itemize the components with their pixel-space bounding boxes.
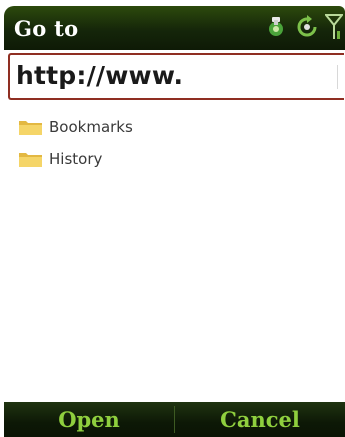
list-item-history[interactable]: History: [18, 146, 102, 172]
address-field-edge: [337, 65, 338, 89]
title-bar: Go to: [4, 6, 345, 50]
open-softkey[interactable]: Open: [4, 402, 174, 437]
cancel-softkey[interactable]: Cancel: [175, 402, 345, 437]
list-item-label: History: [49, 150, 103, 168]
address-field[interactable]: http://www.: [8, 53, 344, 100]
softkey-bar: Open Cancel: [4, 402, 345, 437]
signal-icon: [325, 14, 343, 40]
go-to-screen: Go to http://www. Bookmarks History Open…: [0, 0, 345, 437]
sync-icon: [263, 15, 289, 39]
list-item-bookmarks[interactable]: Bookmarks: [18, 114, 133, 140]
folder-icon: [19, 121, 42, 135]
refresh-icon: [295, 15, 319, 39]
page-title: Go to: [14, 16, 79, 41]
status-icons: [263, 14, 345, 40]
folder-icon: [19, 153, 42, 167]
list-item-label: Bookmarks: [49, 118, 133, 136]
goto-list: Bookmarks History: [8, 102, 345, 400]
address-input[interactable]: http://www.: [16, 61, 183, 90]
